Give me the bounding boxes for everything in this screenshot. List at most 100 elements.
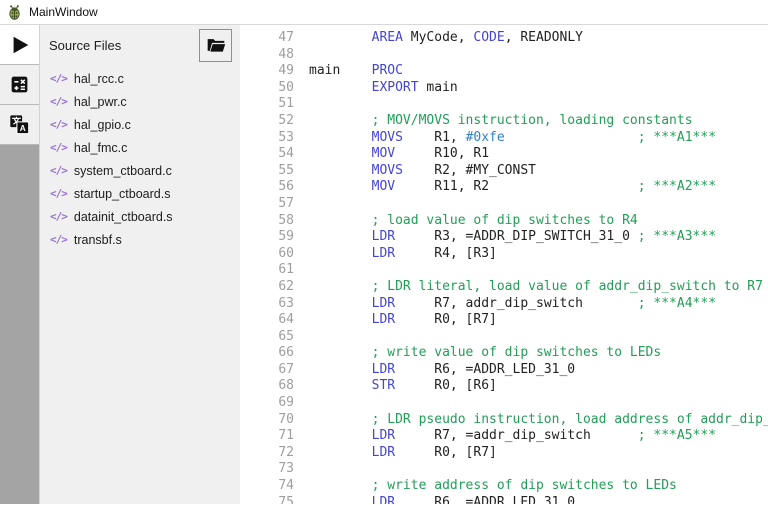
code-line[interactable]: 48 [240,47,768,64]
code-file-icon: </> [50,187,67,200]
code-line[interactable]: 50 EXPORT main [240,80,768,97]
code-text: ; write address of dip switches to LEDs [309,478,677,495]
file-item[interactable]: </> startup_ctboard.s [40,182,240,205]
code-line[interactable]: 66 ; write value of dip switches to LEDs [240,345,768,362]
title-bar: MainWindow [0,0,768,25]
code-text: MOVS R1, #0xfe ; ***A1*** [309,130,716,147]
file-name: hal_fmc.c [74,141,128,155]
file-item[interactable]: </>hal_rcc.c [40,67,240,90]
line-number: 51 [240,96,294,113]
code-line[interactable]: 57 [240,196,768,213]
file-item[interactable]: </> hal_pwr.c [40,90,240,113]
code-line[interactable]: 69 [240,395,768,412]
line-number: 68 [240,378,294,395]
line-number: 73 [240,461,294,478]
source-files-panel: Source Files </>hal_rcc.c</>hal_pwr.c</>… [39,25,240,504]
code-line[interactable]: 49 main PROC [240,63,768,80]
code-line[interactable]: 64 LDR R0, [R7] [240,312,768,329]
code-file-icon: </> [50,210,67,223]
code-text: LDR R7, addr_dip_switch ; ***A4*** [309,296,716,313]
run-button[interactable] [0,25,39,65]
code-text: EXPORT main [309,80,458,97]
file-list: </>hal_rcc.c</>hal_pwr.c</>hal_gpio.c</>… [40,65,240,251]
code-file-icon: </> [50,118,67,131]
line-number: 65 [240,329,294,346]
code-line[interactable]: 73 [240,461,768,478]
file-name: system_ctboard.c [74,164,172,178]
code-line[interactable]: 59 LDR R3, =ADDR_DIP_SWITCH_31_0 ; ***A3… [240,229,768,246]
file-item[interactable]: </> datainit_ctboard.s [40,205,240,228]
code-text: MOV R11, R2 ; ***A2*** [309,179,716,196]
code-file-icon: </> [50,233,67,246]
line-number: 56 [240,179,294,196]
bug-icon [7,5,22,20]
calculator-button[interactable] [0,65,39,105]
code-text: MOV R10, R1 [309,146,489,163]
open-folder-button[interactable] [199,29,232,62]
code-line[interactable]: 63 LDR R7, addr_dip_switch ; ***A4*** [240,296,768,313]
code-text: ; load value of dip switches to R4 [309,213,638,230]
calculator-icon [9,74,30,95]
line-number: 62 [240,279,294,296]
code-line[interactable]: 61 [240,262,768,279]
code-text: LDR R6, =ADDR_LED_31_0 [309,495,575,504]
code-file-icon: </> [50,164,67,177]
file-item[interactable]: </> system_ctboard.c [40,159,240,182]
line-number: 67 [240,362,294,379]
code-text: main PROC [309,63,403,80]
code-text: LDR R3, =ADDR_DIP_SWITCH_31_0 ; ***A3*** [309,229,716,246]
file-item[interactable]: </> hal_fmc.c [40,136,240,159]
code-file-icon: </> [50,141,67,154]
code-text: ; LDR pseudo instruction, load address o… [309,412,768,429]
code-line[interactable]: 60 LDR R4, [R3] [240,246,768,263]
line-number: 64 [240,312,294,329]
code-line[interactable]: 72 LDR R0, [R7] [240,445,768,462]
code-line[interactable]: 70 ; LDR pseudo instruction, load addres… [240,412,768,429]
code-text: MOVS R2, #MY_CONST [309,163,536,180]
line-number: 49 [240,63,294,80]
line-number: 74 [240,478,294,495]
file-item[interactable]: </>hal_gpio.c [40,113,240,136]
code-line[interactable]: 62 ; LDR literal, load value of addr_dip… [240,279,768,296]
file-name: hal_pwr.c [74,95,127,109]
code-line[interactable]: 55 MOVS R2, #MY_CONST [240,163,768,180]
code-text: ; MOV/MOVS instruction, loading constant… [309,113,693,130]
line-number: 53 [240,130,294,147]
code-line[interactable]: 47 AREA MyCode, CODE, READONLY [240,30,768,47]
code-line[interactable]: 68 STR R0, [R6] [240,378,768,395]
line-number: 58 [240,213,294,230]
code-file-icon: </> [50,95,67,108]
code-text: LDR R7, =addr_dip_switch ; ***A5*** [309,428,716,445]
code-line[interactable]: 75 LDR R6, =ADDR_LED_31_0 [240,495,768,504]
code-line[interactable]: 58 ; load value of dip switches to R4 [240,213,768,230]
line-number: 59 [240,229,294,246]
translate-button[interactable]: A [0,105,39,145]
code-line[interactable]: 53 MOVS R1, #0xfe ; ***A1*** [240,130,768,147]
run-icon [9,34,31,56]
file-name: datainit_ctboard.s [74,210,173,224]
code-text: LDR R0, [R7] [309,312,497,329]
code-line[interactable]: 51 [240,96,768,113]
line-number: 50 [240,80,294,97]
file-name: startup_ctboard.s [74,187,171,201]
code-line[interactable]: 67 LDR R6, =ADDR_LED_31_0 [240,362,768,379]
code-line[interactable]: 65 [240,329,768,346]
code-line[interactable]: 52 ; MOV/MOVS instruction, loading const… [240,113,768,130]
line-number: 57 [240,196,294,213]
code-line[interactable]: 54 MOV R10, R1 [240,146,768,163]
line-number: 52 [240,113,294,130]
line-number: 47 [240,30,294,47]
line-number: 63 [240,296,294,313]
code-line[interactable]: 71 LDR R7, =addr_dip_switch ; ***A5*** [240,428,768,445]
code-line[interactable]: 74 ; write address of dip switches to LE… [240,478,768,495]
svg-text:A: A [20,123,26,133]
line-number: 75 [240,495,294,504]
window-title: MainWindow [29,5,98,19]
code-editor[interactable]: 47 AREA MyCode, CODE, READONLY4849 main P… [240,25,768,504]
file-item[interactable]: </>transbf.s [40,228,240,251]
line-number: 71 [240,428,294,445]
code-text: ; write value of dip switches to LEDs [309,345,661,362]
line-number: 70 [240,412,294,429]
code-line[interactable]: 56 MOV R11, R2 ; ***A2*** [240,179,768,196]
code-text: LDR R6, =ADDR_LED_31_0 [309,362,575,379]
